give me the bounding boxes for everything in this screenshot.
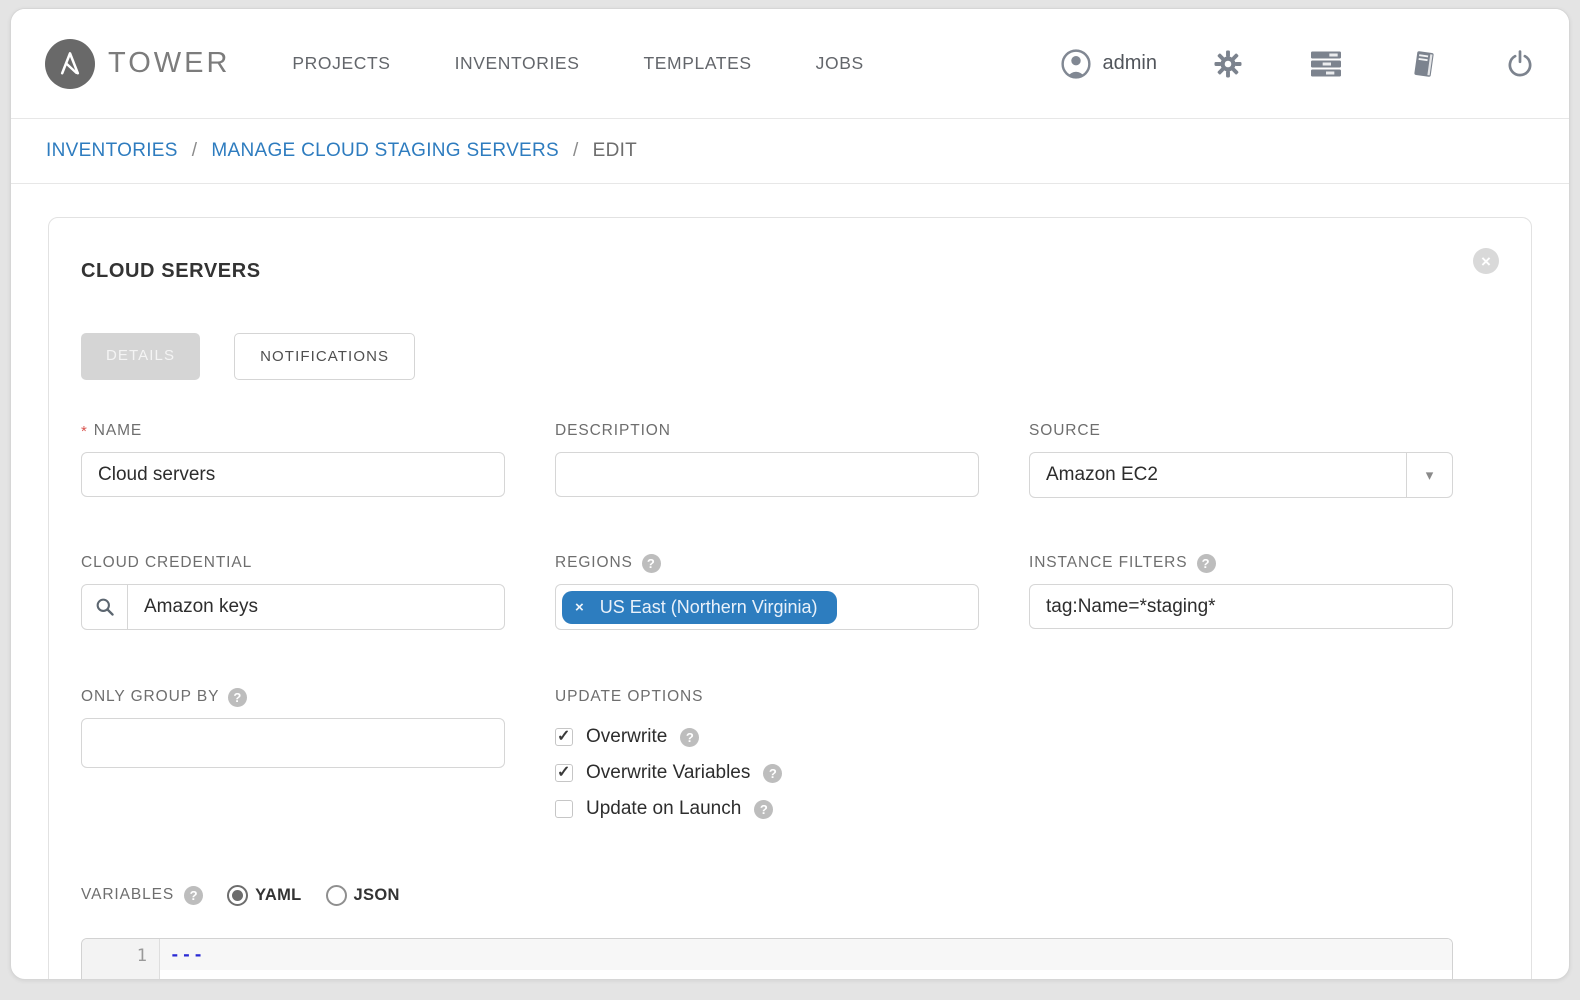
- portal-mode-icon[interactable]: [1309, 49, 1343, 79]
- update-on-launch-checkbox[interactable]: [555, 800, 573, 818]
- only-group-by-label: ONLY GROUP BY: [81, 688, 219, 706]
- page-content: CLOUD SERVERS × DETAILS NOTIFICATIONS * …: [11, 184, 1569, 980]
- checkbox-row-update-on-launch[interactable]: Update on Launch ?: [555, 794, 979, 824]
- variables-header: VARIABLES ? YAML JSON: [81, 882, 1453, 908]
- nav-item-jobs[interactable]: JOBS: [816, 53, 864, 74]
- user-menu[interactable]: admin: [1060, 48, 1157, 80]
- description-input[interactable]: [555, 452, 979, 497]
- region-tag-label: US East (Northern Virginia): [600, 597, 818, 618]
- chevron-down-icon[interactable]: ▾: [1406, 453, 1452, 497]
- variables-label: VARIABLES: [81, 886, 174, 904]
- field-description: DESCRIPTION: [555, 422, 979, 498]
- nav-item-projects[interactable]: PROJECTS: [292, 53, 390, 74]
- nav-icon-group: [1213, 49, 1535, 79]
- breadcrumb-separator: /: [192, 140, 198, 162]
- overwrite-variables-label: Overwrite Variables: [586, 762, 750, 784]
- top-navigation: TOWER PROJECTS INVENTORIES TEMPLATES JOB…: [11, 9, 1569, 118]
- variables-code-editor[interactable]: 1 ---: [81, 938, 1453, 980]
- cloud-credential-value: Amazon keys: [128, 585, 504, 629]
- instance-filters-input[interactable]: [1029, 584, 1453, 629]
- help-icon[interactable]: ?: [763, 764, 782, 783]
- ansible-tower-logo-icon[interactable]: [45, 39, 95, 89]
- app-window: TOWER PROJECTS INVENTORIES TEMPLATES JOB…: [10, 8, 1570, 980]
- help-icon[interactable]: ?: [754, 800, 773, 819]
- user-name: admin: [1103, 52, 1157, 75]
- brand-name: TOWER: [108, 47, 230, 80]
- description-label: DESCRIPTION: [555, 422, 671, 440]
- field-instance-filters: INSTANCE FILTERS ?: [1029, 554, 1453, 630]
- card-title: CLOUD SERVERS: [81, 248, 261, 283]
- overwrite-checkbox[interactable]: [555, 728, 573, 746]
- form-row-3: ONLY GROUP BY ? UPDATE OPTIONS Overwrite: [81, 688, 1453, 830]
- format-option-json[interactable]: JSON: [326, 885, 400, 906]
- nav-item-inventories[interactable]: INVENTORIES: [455, 53, 580, 74]
- checkbox-row-overwrite[interactable]: Overwrite ?: [555, 722, 979, 752]
- group-edit-card: CLOUD SERVERS × DETAILS NOTIFICATIONS * …: [48, 217, 1532, 980]
- breadcrumb-current: EDIT: [593, 140, 637, 162]
- help-icon[interactable]: ?: [642, 554, 661, 573]
- logout-power-icon[interactable]: [1505, 49, 1535, 79]
- instance-filters-label: INSTANCE FILTERS: [1029, 554, 1188, 572]
- field-only-group-by: ONLY GROUP BY ?: [81, 688, 505, 830]
- breadcrumb-inventory-name[interactable]: MANAGE CLOUD STAGING SERVERS: [211, 140, 559, 162]
- editor-line-number: 1: [82, 939, 160, 980]
- regions-multiselect[interactable]: × US East (Northern Virginia): [555, 584, 979, 630]
- source-label: SOURCE: [1029, 422, 1101, 440]
- tab-details[interactable]: DETAILS: [81, 333, 200, 380]
- json-radio-label: JSON: [354, 886, 400, 905]
- field-name: * NAME: [81, 422, 505, 498]
- main-menu: PROJECTS INVENTORIES TEMPLATES JOBS: [292, 53, 863, 74]
- name-label: NAME: [94, 422, 142, 440]
- user-avatar-icon: [1060, 48, 1092, 80]
- help-icon[interactable]: ?: [184, 886, 203, 905]
- card-header: CLOUD SERVERS ×: [81, 248, 1499, 283]
- cloud-credential-lookup[interactable]: Amazon keys: [81, 584, 505, 630]
- help-icon[interactable]: ?: [680, 728, 699, 747]
- tab-bar: DETAILS NOTIFICATIONS: [81, 333, 1499, 380]
- editor-body[interactable]: ---: [160, 939, 1452, 980]
- checkbox-row-overwrite-variables[interactable]: Overwrite Variables ?: [555, 758, 979, 788]
- regions-label: REGIONS: [555, 554, 633, 572]
- update-on-launch-label: Update on Launch: [586, 798, 741, 820]
- field-regions: REGIONS ? × US East (Northern Virginia): [555, 554, 979, 630]
- overwrite-variables-checkbox[interactable]: [555, 764, 573, 782]
- tab-notifications[interactable]: NOTIFICATIONS: [234, 333, 415, 380]
- breadcrumb-separator: /: [573, 140, 579, 162]
- source-select[interactable]: Amazon EC2 ▾: [1029, 452, 1453, 498]
- only-group-by-input[interactable]: [81, 718, 505, 768]
- field-update-options: UPDATE OPTIONS Overwrite ? Overwrite Var…: [555, 688, 979, 830]
- docs-book-icon[interactable]: [1409, 49, 1439, 79]
- editor-line-content: ---: [160, 939, 1452, 970]
- format-option-yaml[interactable]: YAML: [227, 885, 301, 906]
- form-row-2: CLOUD CREDENTIAL Amazon keys: [81, 554, 1453, 630]
- search-icon[interactable]: [82, 585, 128, 629]
- name-input[interactable]: [81, 452, 505, 497]
- help-icon[interactable]: ?: [228, 688, 247, 707]
- settings-gear-icon[interactable]: [1213, 49, 1243, 79]
- json-radio[interactable]: [326, 885, 347, 906]
- close-icon[interactable]: ×: [1473, 248, 1499, 274]
- source-selected-value: Amazon EC2: [1030, 453, 1406, 497]
- remove-tag-icon[interactable]: ×: [575, 600, 584, 615]
- region-tag: × US East (Northern Virginia): [562, 591, 837, 624]
- cloud-credential-label: CLOUD CREDENTIAL: [81, 554, 252, 572]
- form-row-1: * NAME DESCRIPTION SOURCE: [81, 422, 1453, 498]
- field-source: SOURCE Amazon EC2 ▾: [1029, 422, 1453, 498]
- help-icon[interactable]: ?: [1197, 554, 1216, 573]
- source-form: * NAME DESCRIPTION SOURCE: [81, 422, 1453, 980]
- breadcrumb: INVENTORIES / MANAGE CLOUD STAGING SERVE…: [11, 118, 1569, 184]
- field-cloud-credential: CLOUD CREDENTIAL Amazon keys: [81, 554, 505, 630]
- nav-item-templates[interactable]: TEMPLATES: [643, 53, 751, 74]
- form-row-3-spacer: [1029, 688, 1453, 830]
- overwrite-label: Overwrite: [586, 726, 667, 748]
- required-star: *: [81, 423, 88, 440]
- update-options-label: UPDATE OPTIONS: [555, 688, 703, 706]
- yaml-radio-label: YAML: [255, 886, 301, 905]
- yaml-radio[interactable]: [227, 885, 248, 906]
- breadcrumb-inventories[interactable]: INVENTORIES: [46, 140, 178, 162]
- nav-right-group: admin: [1060, 48, 1535, 80]
